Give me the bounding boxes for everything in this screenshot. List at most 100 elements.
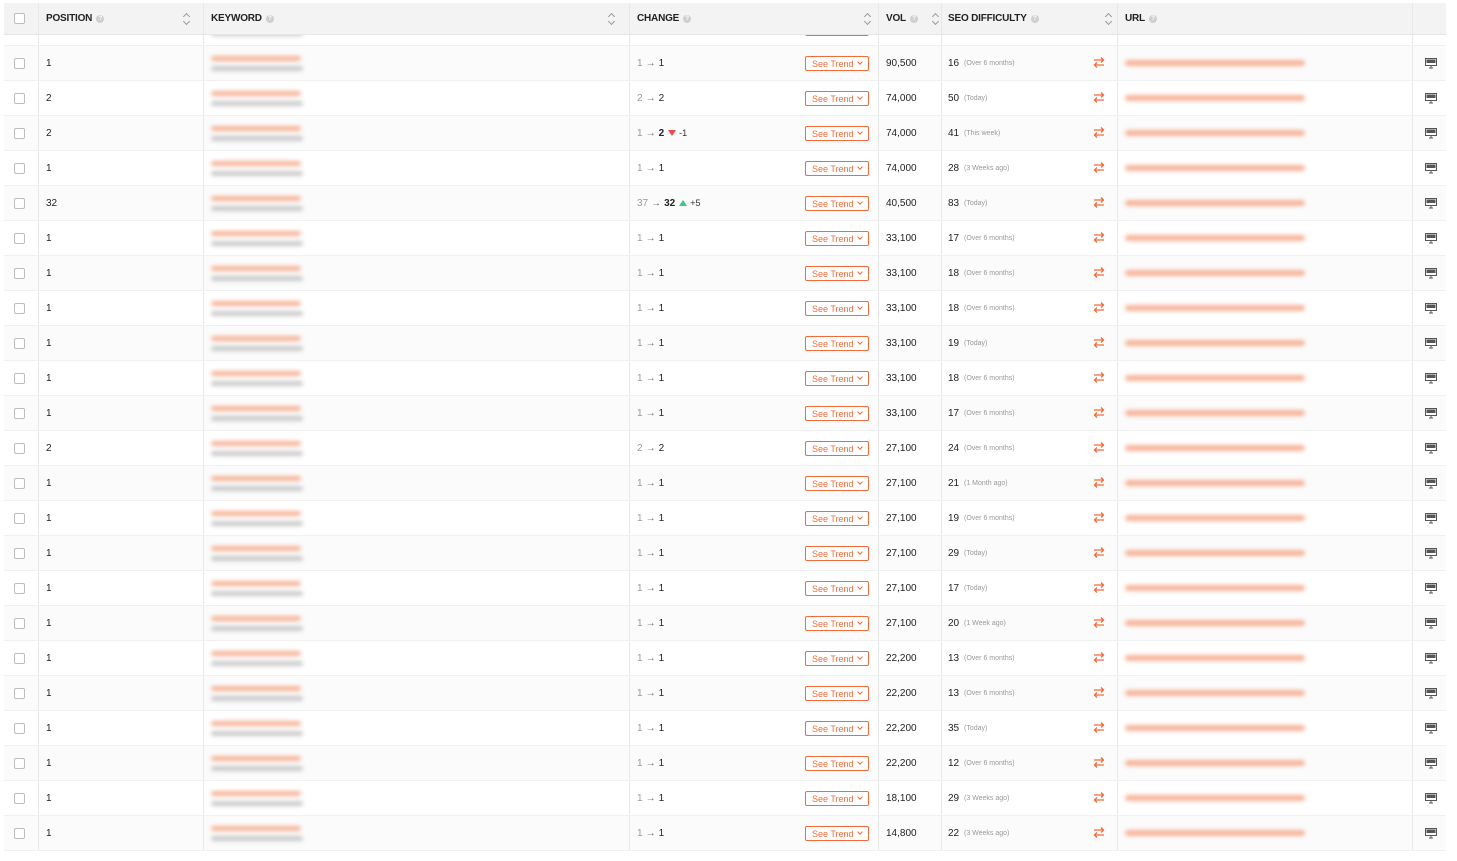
swap-icon[interactable] <box>1092 336 1106 349</box>
keyword-link-redacted[interactable] <box>211 195 301 201</box>
keyword-link-redacted[interactable] <box>211 265 301 271</box>
swap-icon[interactable] <box>1092 476 1106 489</box>
url-link-redacted[interactable] <box>1125 445 1305 451</box>
help-icon[interactable]: ? <box>1030 14 1039 23</box>
keyword-link-redacted[interactable] <box>211 405 301 411</box>
see-trend-button[interactable]: See Trend <box>805 196 869 211</box>
see-trend-button[interactable]: See Trend <box>805 231 869 246</box>
swap-icon[interactable] <box>1092 441 1106 454</box>
row-checkbox[interactable] <box>14 652 25 664</box>
url-link-redacted[interactable] <box>1125 270 1305 276</box>
keyword-link-redacted[interactable] <box>211 475 301 481</box>
swap-icon[interactable] <box>1092 196 1106 209</box>
header-seo-difficulty[interactable]: SEO DIFFICULTY ? <box>948 3 1118 34</box>
url-link-redacted[interactable] <box>1125 60 1305 66</box>
keyword-link-redacted[interactable] <box>211 370 301 376</box>
swap-icon[interactable] <box>1092 546 1106 559</box>
see-trend-button[interactable]: See Trend <box>805 476 869 491</box>
see-trend-button[interactable]: See Trend <box>805 441 869 456</box>
row-checkbox[interactable] <box>14 442 25 454</box>
url-link-redacted[interactable] <box>1125 165 1305 171</box>
keyword-link-redacted[interactable] <box>211 510 301 516</box>
help-icon[interactable]: ? <box>1148 14 1157 23</box>
keyword-link-redacted[interactable] <box>211 335 301 341</box>
row-checkbox[interactable] <box>14 792 25 804</box>
sort-icon[interactable] <box>182 12 190 26</box>
sort-icon[interactable] <box>607 12 615 26</box>
see-trend-button[interactable]: See Trend <box>805 721 869 736</box>
url-link-redacted[interactable] <box>1125 795 1305 801</box>
sort-icon[interactable] <box>863 12 871 26</box>
see-trend-button[interactable]: See Trend <box>805 756 869 771</box>
keyword-link-redacted[interactable] <box>211 545 301 551</box>
row-checkbox[interactable] <box>14 302 25 314</box>
keyword-link-redacted[interactable] <box>211 55 301 61</box>
see-trend-button[interactable]: See Trend <box>805 406 869 421</box>
header-vol[interactable]: VOL ? <box>886 3 941 34</box>
see-trend-button[interactable]: See Trend <box>805 546 869 561</box>
swap-icon[interactable] <box>1092 301 1106 314</box>
see-trend-button[interactable]: See Trend <box>805 511 869 526</box>
keyword-link-redacted[interactable] <box>211 685 301 691</box>
row-checkbox[interactable] <box>14 197 25 209</box>
swap-icon[interactable] <box>1092 266 1106 279</box>
row-checkbox[interactable] <box>14 477 25 489</box>
swap-icon[interactable] <box>1092 581 1106 594</box>
url-link-redacted[interactable] <box>1125 95 1305 101</box>
keyword-link-redacted[interactable] <box>211 90 301 96</box>
keyword-link-redacted[interactable] <box>211 160 301 166</box>
url-link-redacted[interactable] <box>1125 760 1305 766</box>
select-all-checkbox[interactable] <box>14 13 25 24</box>
see-trend-button[interactable]: See Trend <box>805 161 869 176</box>
keyword-link-redacted[interactable] <box>211 125 301 131</box>
see-trend-button[interactable]: See Trend <box>805 35 869 36</box>
row-checkbox[interactable] <box>14 687 25 699</box>
header-change[interactable]: CHANGE ? <box>637 3 877 34</box>
row-checkbox[interactable] <box>14 512 25 524</box>
see-trend-button[interactable]: See Trend <box>805 371 869 386</box>
sort-icon[interactable] <box>931 12 939 26</box>
see-trend-button[interactable]: See Trend <box>805 686 869 701</box>
see-trend-button[interactable]: See Trend <box>805 266 869 281</box>
url-link-redacted[interactable] <box>1125 200 1305 206</box>
url-link-redacted[interactable] <box>1125 130 1305 136</box>
swap-icon[interactable] <box>1092 371 1106 384</box>
swap-icon[interactable] <box>1092 406 1106 419</box>
see-trend-button[interactable]: See Trend <box>805 581 869 596</box>
row-checkbox[interactable] <box>14 407 25 419</box>
url-link-redacted[interactable] <box>1125 550 1305 556</box>
swap-icon[interactable] <box>1092 231 1106 244</box>
url-link-redacted[interactable] <box>1125 375 1305 381</box>
help-icon[interactable]: ? <box>909 14 918 23</box>
row-checkbox[interactable] <box>14 162 25 174</box>
row-checkbox[interactable] <box>14 337 25 349</box>
row-checkbox[interactable] <box>14 757 25 769</box>
url-link-redacted[interactable] <box>1125 305 1305 311</box>
keyword-link-redacted[interactable] <box>211 230 301 236</box>
url-link-redacted[interactable] <box>1125 480 1305 486</box>
swap-icon[interactable] <box>1092 511 1106 524</box>
url-link-redacted[interactable] <box>1125 725 1305 731</box>
header-url[interactable]: URL ? <box>1125 3 1415 34</box>
swap-icon[interactable] <box>1092 616 1106 629</box>
see-trend-button[interactable]: See Trend <box>805 826 869 841</box>
header-position[interactable]: POSITION ? <box>46 3 196 34</box>
url-link-redacted[interactable] <box>1125 340 1305 346</box>
url-link-redacted[interactable] <box>1125 515 1305 521</box>
row-checkbox[interactable] <box>14 92 25 104</box>
row-checkbox[interactable] <box>14 232 25 244</box>
swap-icon[interactable] <box>1092 161 1106 174</box>
keyword-link-redacted[interactable] <box>211 650 301 656</box>
row-checkbox[interactable] <box>14 582 25 594</box>
row-checkbox[interactable] <box>14 57 25 69</box>
header-keyword[interactable]: KEYWORD ? <box>211 3 621 34</box>
see-trend-button[interactable]: See Trend <box>805 616 869 631</box>
url-link-redacted[interactable] <box>1125 830 1305 836</box>
see-trend-button[interactable]: See Trend <box>805 126 869 141</box>
url-link-redacted[interactable] <box>1125 410 1305 416</box>
swap-icon[interactable] <box>1092 91 1106 104</box>
row-checkbox[interactable] <box>14 827 25 839</box>
row-checkbox[interactable] <box>14 267 25 279</box>
swap-icon[interactable] <box>1092 686 1106 699</box>
url-link-redacted[interactable] <box>1125 585 1305 591</box>
